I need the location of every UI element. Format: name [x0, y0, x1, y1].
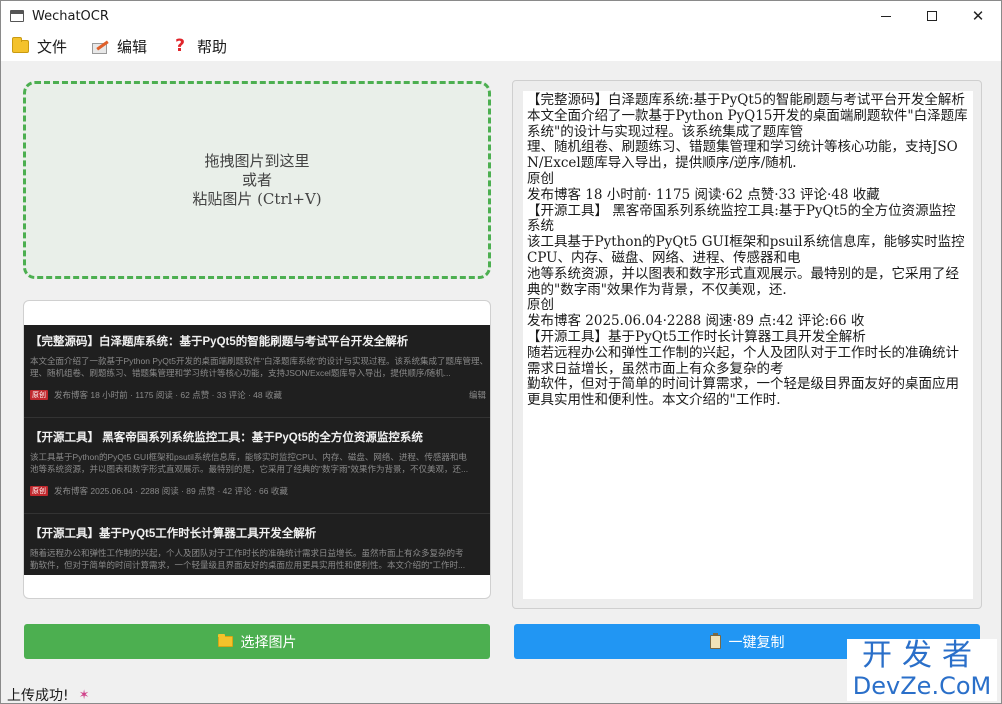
preview-post-title: 【开源工具】基于PyQt5工作时长计算器工具开发全解析	[30, 528, 317, 540]
menu-bar: 文件 编辑 ? 帮助	[1, 31, 1001, 61]
menu-help[interactable]: ? 帮助	[171, 36, 227, 57]
menu-edit-label: 编辑	[117, 37, 148, 56]
preview-post-stats: 发布博客 18 小时前 · 1175 阅读 · 62 点赞 · 33 评论 · …	[54, 390, 282, 400]
preview-divider	[24, 417, 490, 418]
maximize-icon	[927, 11, 937, 21]
status-text: 上传成功!	[7, 688, 69, 704]
watermark-bottom-text: DevZe.CoM	[852, 672, 992, 700]
preview-post-stats: 发布博客 2025.06.04 · 2288 阅读 · 89 点赞 · 42 评…	[54, 486, 288, 496]
maximize-button[interactable]	[909, 1, 955, 31]
preview-post: 【完整源码】白泽题库系统：基于PyQt5的智能刷题与考试平台开发全解析 本文全面…	[24, 333, 490, 401]
menu-edit[interactable]: 编辑	[91, 36, 147, 57]
edit-icon	[91, 37, 109, 55]
preview-post-desc: 勤软件，但对于简单的时间计算需求，一个轻量级且界面友好的桌面应用更具实用性和便利…	[30, 560, 466, 570]
preview-post-desc: 该工具基于Python的PyQt5 GUI框架和psutil系统信息库，能够实时…	[30, 452, 467, 462]
minimize-icon	[881, 15, 891, 17]
preview-post: 【开源工具】 黑客帝国系列系统监控工具：基于PyQt5的全方位资源监控系统 该工…	[24, 429, 490, 497]
site-watermark: 开发者 DevZe.CoM	[847, 639, 997, 701]
preview-image: 【完整源码】白泽题库系统：基于PyQt5的智能刷题与考试平台开发全解析 本文全面…	[24, 325, 490, 575]
close-icon: ✕	[971, 7, 985, 25]
watermark-top-text: 开发者	[862, 638, 982, 673]
party-popper-icon: ✶	[78, 687, 90, 703]
preview-post-extra: 编辑	[468, 390, 486, 400]
window-title: WechatOCR	[32, 8, 109, 24]
app-window-icon	[10, 10, 24, 22]
menu-help-label: 帮助	[197, 37, 228, 56]
app-window: WechatOCR ✕ 文件 编辑 ? 帮助 拖拽图片到这里 或者 粘贴图片 (…	[0, 0, 1002, 704]
window-controls: ✕	[863, 1, 1001, 31]
preview-post-title: 【完整源码】白泽题库系统：基于PyQt5的智能刷题与考试平台开发全解析	[30, 336, 409, 348]
minimize-button[interactable]	[863, 1, 909, 31]
drop-zone-line1: 拖拽图片到这里	[204, 151, 310, 170]
select-image-button[interactable]: 选择图片	[24, 624, 490, 659]
preview-post-desc: 随着远程办公和弹性工作制的兴起，个人及团队对于工作时长的准确统计需求日益增长。虽…	[30, 548, 464, 558]
close-button[interactable]: ✕	[955, 1, 1001, 31]
ocr-result-text[interactable]: 【完整源码】白泽题库系统:基于PyQt5的智能刷题与考试平台开发全解析 本文全面…	[523, 91, 973, 599]
preview-post-title: 【开源工具】 黑客帝国系列系统监控工具：基于PyQt5的全方位资源监控系统	[30, 432, 423, 444]
clipboard-icon	[709, 632, 721, 649]
preview-post: 【开源工具】基于PyQt5工作时长计算器工具开发全解析 随着远程办公和弹性工作制…	[24, 525, 490, 571]
menu-file[interactable]: 文件	[11, 36, 67, 57]
preview-post-meta: 原创 发布博客 2025.06.04 · 2288 阅读 · 89 点赞 · 4…	[30, 485, 486, 497]
preview-post-desc: 理、随机组卷、刷题练习、错题集管理和学习统计等核心功能，支持JSON/Excel…	[30, 368, 451, 378]
preview-divider	[24, 513, 490, 514]
image-drop-zone[interactable]: 拖拽图片到这里 或者 粘贴图片 (Ctrl+V)	[23, 81, 491, 279]
preview-post-desc: 本文全面介绍了一款基于Python PyQt5开发的桌面端刷题软件"白泽题库系统…	[30, 356, 486, 366]
help-icon: ?	[175, 36, 185, 56]
original-badge: 原创	[30, 390, 48, 400]
folder-icon	[217, 634, 233, 647]
folder-icon	[11, 36, 29, 55]
select-image-label: 选择图片	[240, 634, 297, 651]
title-bar: WechatOCR ✕	[1, 1, 1001, 31]
copy-all-label: 一键复制	[728, 634, 785, 651]
preview-post-meta: 原创 发布博客 18 小时前 · 1175 阅读 · 62 点赞 · 33 评论…	[30, 389, 486, 401]
image-preview-panel: 【完整源码】白泽题库系统：基于PyQt5的智能刷题与考试平台开发全解析 本文全面…	[23, 300, 491, 599]
preview-post-desc: 池等系统资源，并以图表和数字形式直观展示。最特别的是，它采用了经典的"数字雨"效…	[30, 464, 469, 474]
menu-file-label: 文件	[37, 37, 68, 56]
ocr-result-panel: 【完整源码】白泽题库系统:基于PyQt5的智能刷题与考试平台开发全解析 本文全面…	[512, 80, 982, 609]
original-badge: 原创	[30, 486, 48, 496]
drop-zone-line3: 粘贴图片 (Ctrl+V)	[192, 189, 322, 208]
drop-zone-line2: 或者	[241, 170, 272, 189]
status-bar: 上传成功! ✶	[7, 685, 90, 704]
